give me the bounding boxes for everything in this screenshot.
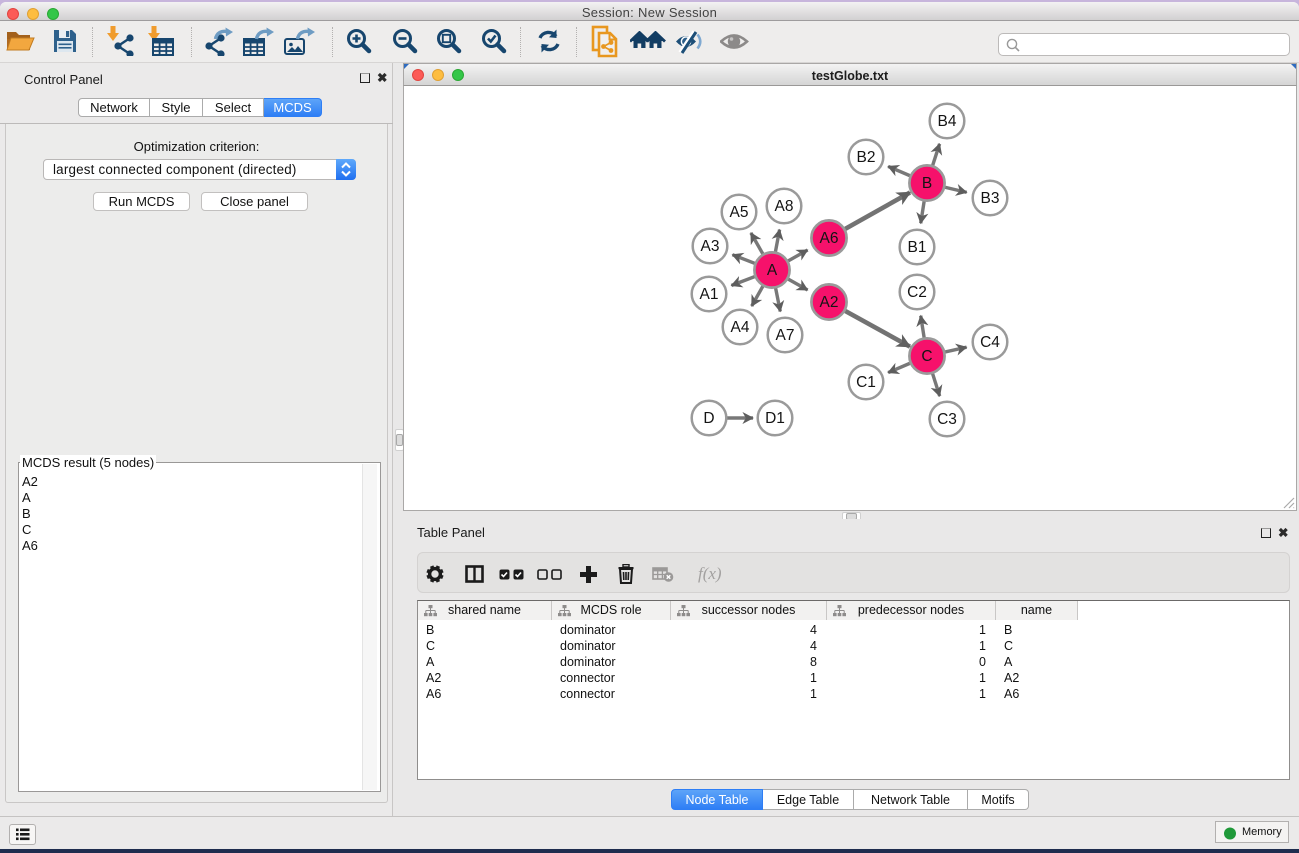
svg-text:A8: A8: [775, 198, 794, 215]
svg-text:C4: C4: [980, 334, 1000, 351]
svg-text:B2: B2: [857, 149, 876, 166]
svg-text:C1: C1: [856, 374, 876, 391]
svg-text:A2: A2: [820, 294, 839, 311]
svg-text:A1: A1: [700, 286, 719, 303]
svg-text:B1: B1: [908, 239, 927, 256]
svg-text:D1: D1: [765, 410, 785, 427]
svg-text:A5: A5: [730, 204, 749, 221]
svg-text:B3: B3: [981, 190, 1000, 207]
svg-text:A4: A4: [731, 319, 750, 336]
svg-text:C: C: [921, 348, 932, 365]
svg-text:D: D: [703, 410, 714, 427]
svg-text:C2: C2: [907, 284, 927, 301]
svg-text:A6: A6: [820, 230, 839, 247]
svg-text:A: A: [767, 262, 778, 279]
svg-text:B4: B4: [938, 113, 957, 130]
svg-text:C3: C3: [937, 411, 957, 428]
svg-text:A3: A3: [701, 238, 720, 255]
svg-text:A7: A7: [776, 327, 795, 344]
svg-text:B: B: [922, 175, 932, 192]
